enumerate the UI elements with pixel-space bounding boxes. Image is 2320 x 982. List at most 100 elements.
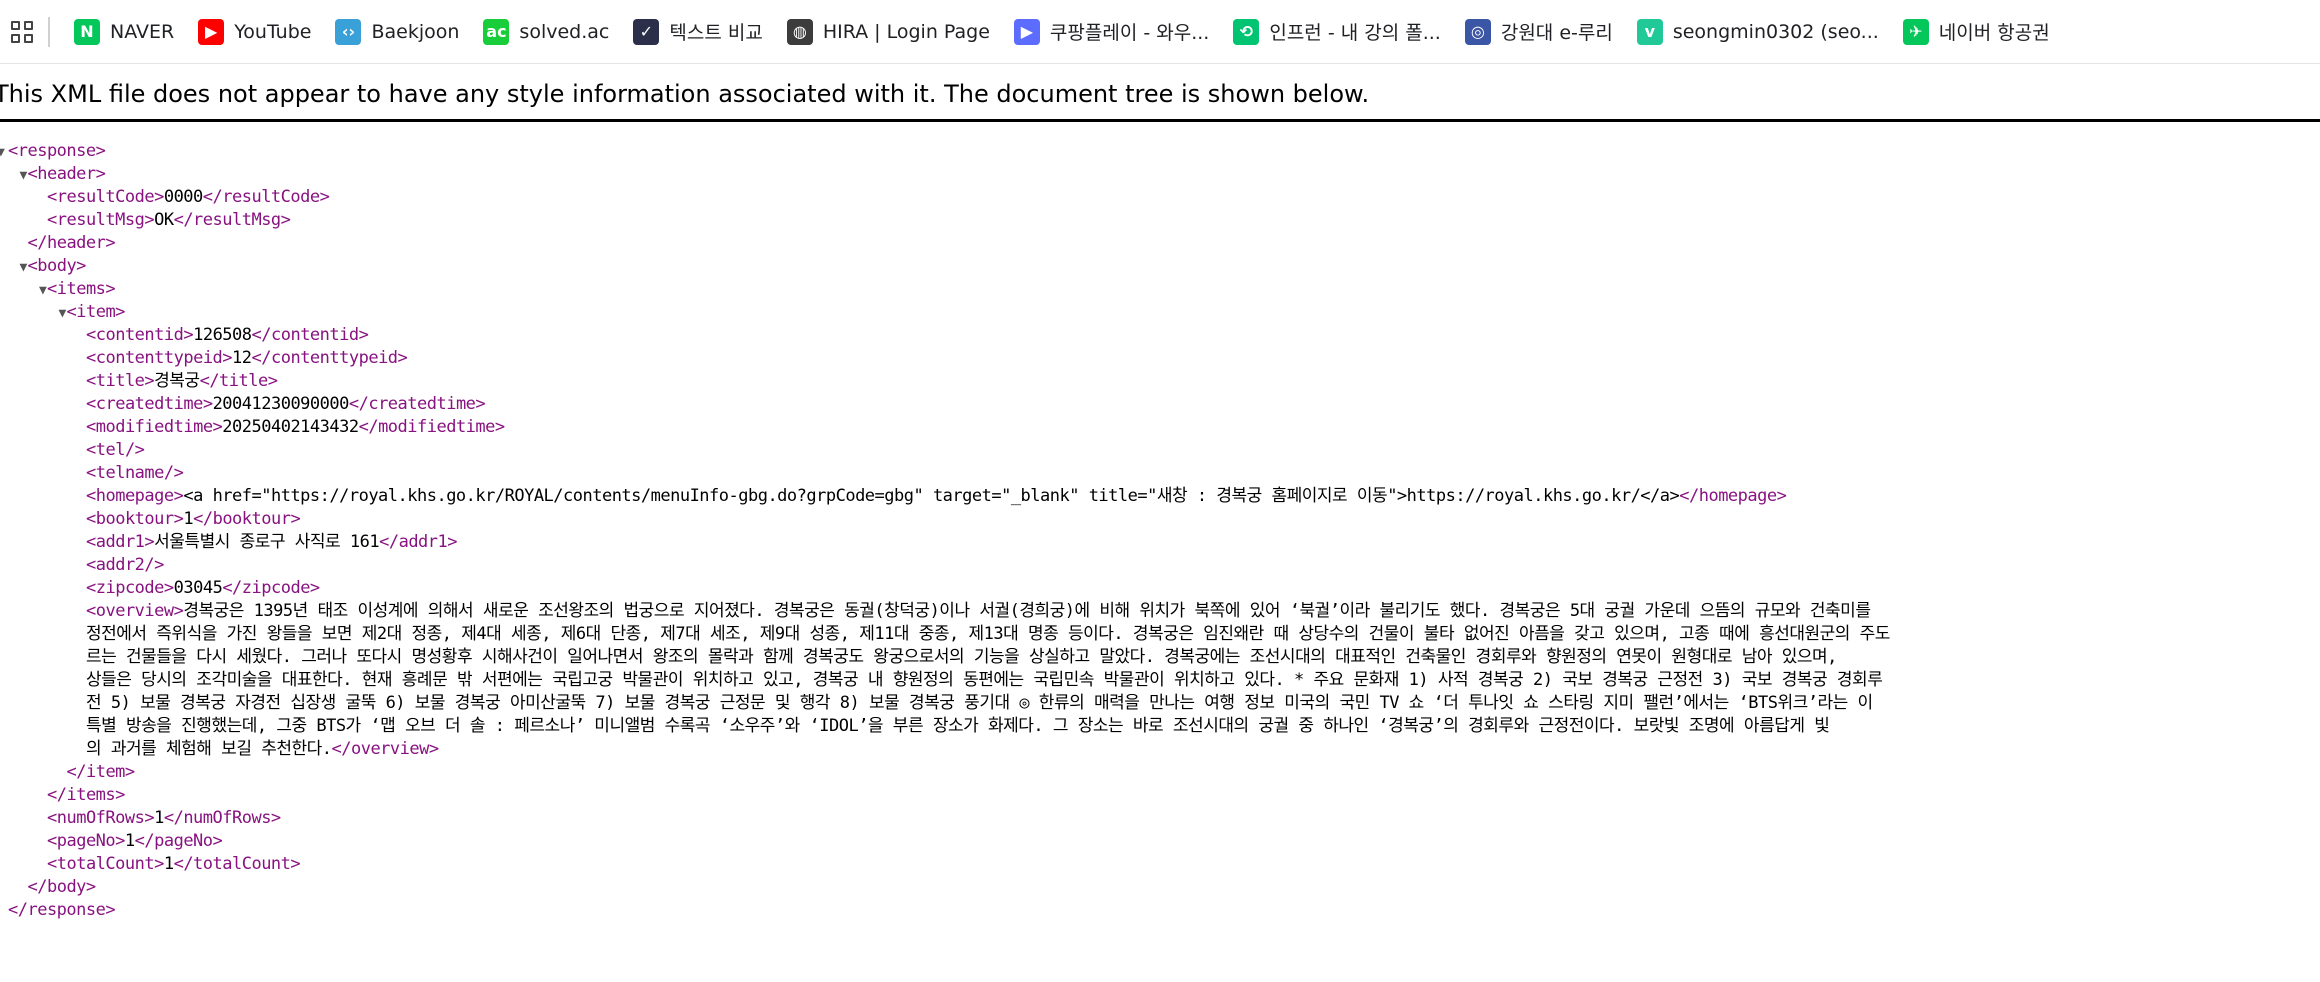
xml-text-node: 르는 건물들을 다시 세웠다. 그러나 또다시 명성황후 시해사건이 일어나면서… [86,647,1837,667]
youtube-icon: ▶ [198,18,225,45]
xml-line: </items> [47,784,125,807]
bookmark-item[interactable]: ◍ HIRA | Login Page [777,12,1000,52]
xml-open-tag: <createdtime> [86,394,213,414]
xml-close-tag: </addr1> [379,532,457,552]
bookmark-label: 쿠팡플레이 - 와우... [1049,22,1210,44]
code-brackets-icon: ‹› [335,18,362,45]
xml-style-notice: This XML file does not appear to have an… [0,80,1370,108]
xml-open-tag: </item> [66,762,136,782]
bookmark-item[interactable]: ✓ 텍스트 비교 [623,12,772,52]
bookmark-item[interactable]: ✈ 네이버 항공권 [1893,12,2060,52]
xml-text-node: 20250402143432 [222,417,359,437]
bookmarks-separator [48,16,50,47]
xml-open-tag: <addr2/> [86,555,164,575]
xml-close-tag: </contenttypeid> [251,348,408,368]
xml-open-tag: </header> [27,233,116,253]
naver-flight-icon: ✈ [1902,18,1929,45]
kangwon-univ-icon: ◎ [1464,18,1491,45]
bookmark-item[interactable]: ▶ 쿠팡플레이 - 와우... [1004,12,1219,52]
xml-line: ▼ <header> [20,163,106,186]
xml-line: <resultCode>0000</resultCode> [47,186,330,209]
xml-close-tag: </zipcode> [222,578,320,598]
notice-divider [0,119,2320,122]
xml-line: 특별 방송을 진행했는데, 그중 BTS가 ‘맵 오브 더 솔 : 페르소나’ … [86,715,1830,738]
bookmark-label: Baekjoon [371,20,460,43]
collapse-triangle-icon[interactable]: ▼ [20,164,28,187]
xml-line: <numOfRows>1</numOfRows> [47,807,281,830]
xml-close-tag: </overview> [331,739,440,759]
collapse-triangle-icon[interactable]: ▼ [20,256,28,279]
xml-text-node: 경복궁은 1395년 태조 이성계에 의해서 새로운 조선왕조의 법궁으로 지어… [183,601,1871,621]
xml-open-tag: <items> [47,279,116,299]
bookmark-item[interactable]: ⟲ 인프런 - 내 강의 폴... [1223,12,1451,52]
collapse-triangle-icon[interactable]: ▼ [39,279,47,302]
xml-line: ▼ <item> [59,301,126,324]
xml-open-tag: <body> [27,256,87,276]
xml-line: <zipcode>03045</zipcode> [86,577,320,600]
xml-text-node: 서울특별시 종로구 사직로 161 [154,532,380,552]
xml-line: <telname/> [86,462,184,485]
xml-line: <createdtime>20041230090000</createdtime… [86,393,486,416]
xml-line: </header> [28,232,116,255]
xml-text-node: 1 [154,808,164,828]
bookmark-item[interactable]: ‹› Baekjoon [325,12,469,52]
coupang-play-icon: ▶ [1013,18,1040,45]
text-compare-icon: ✓ [633,18,660,45]
xml-open-tag: <contentid> [86,325,194,345]
xml-open-tag: <contenttypeid> [86,348,233,368]
xml-line: <contentid>126508</contentid> [86,324,369,347]
xml-close-tag: </modifiedtime> [358,417,506,437]
xml-close-tag: </pageNo> [134,831,223,851]
xml-text-node: 1 [124,831,135,851]
xml-line: <title>경복궁</title> [86,370,278,393]
xml-text-node: 의 과거를 체험해 보길 추천한다. [86,739,332,759]
bookmark-label: YouTube [234,20,312,43]
bookmark-label: 강원대 e-루리 [1500,22,1613,44]
xml-line: <homepage><a href="https://royal.khs.go.… [86,485,1787,508]
xml-line: <totalCount>1</totalCount> [47,853,301,876]
xml-close-tag: </numOfRows> [163,808,281,828]
xml-line: <booktour>1</booktour> [86,508,301,531]
xml-open-tag: <tel/> [86,440,145,460]
bookmarks-bar: N NAVER ▶ YouTube ‹› Baekjoon ac solved.ac ✓ 텍스트 … [0,0,2320,64]
xml-close-tag: </createdtime> [348,394,486,414]
bookmark-item[interactable]: ▶ YouTube [188,12,321,52]
xml-open-tag: </items> [47,785,125,805]
xml-line: ▼ <response> [0,140,106,163]
xml-text-node: 0000 [163,187,203,207]
xml-open-tag: <header> [27,164,106,184]
xml-line: </body> [28,876,97,899]
xml-open-tag: <resultCode> [47,187,164,207]
collapse-triangle-icon[interactable]: ▼ [0,141,5,164]
xml-close-tag: </resultMsg> [173,210,291,230]
bookmark-item[interactable]: ◎ 강원대 e-루리 [1455,12,1623,52]
xml-open-tag: <booktour> [86,509,184,529]
xml-line: <overview>경복궁은 1395년 태조 이성계에 의해서 새로운 조선왕… [86,600,1871,623]
xml-open-tag: <response> [8,141,106,161]
xml-text-node: 1 [183,509,194,529]
xml-open-tag: <item> [66,302,126,322]
solved-ac-icon: ac [483,18,510,45]
bookmark-item[interactable]: v seongmin0302 (seo... [1627,12,1889,52]
xml-line: 르는 건물들을 다시 세웠다. 그러나 또다시 명성황후 시해사건이 일어나면서… [86,646,1837,669]
xml-text-node: 20041230090000 [212,394,350,414]
xml-line: </item> [66,761,136,784]
collapse-triangle-icon[interactable]: ▼ [59,302,67,325]
xml-text-node: 특별 방송을 진행했는데, 그중 BTS가 ‘맵 오브 더 솔 : 페르소나’ … [86,716,1830,736]
xml-close-tag: </totalCount> [173,854,301,874]
xml-text-node: 경복궁 [154,371,200,391]
bookmark-item[interactable]: ac solved.ac [473,12,619,52]
naver-icon: N [74,18,100,45]
bookmark-label: 인프런 - 내 강의 폴... [1269,22,1441,44]
apps-grid-icon[interactable] [0,0,46,63]
bookmarks-list: N NAVER ▶ YouTube ‹› Baekjoon ac solved.ac ✓ 텍스트 … [64,12,2064,52]
xml-open-tag: <modifiedtime> [86,417,223,437]
xml-line: <resultMsg>OK</resultMsg> [47,209,291,232]
bookmark-item[interactable]: N NAVER [64,12,184,52]
xml-line: <tel/> [86,439,145,462]
xml-line: </response> [8,899,116,922]
xml-text-node: 정전에서 즉위식을 가진 왕들을 보면 제2대 정종, 제4대 세종, 제6대 … [86,624,1890,644]
xml-open-tag: <overview> [86,601,184,621]
xml-open-tag: <numOfRows> [47,808,155,828]
xml-line: <pageNo>1</pageNo> [47,830,223,853]
